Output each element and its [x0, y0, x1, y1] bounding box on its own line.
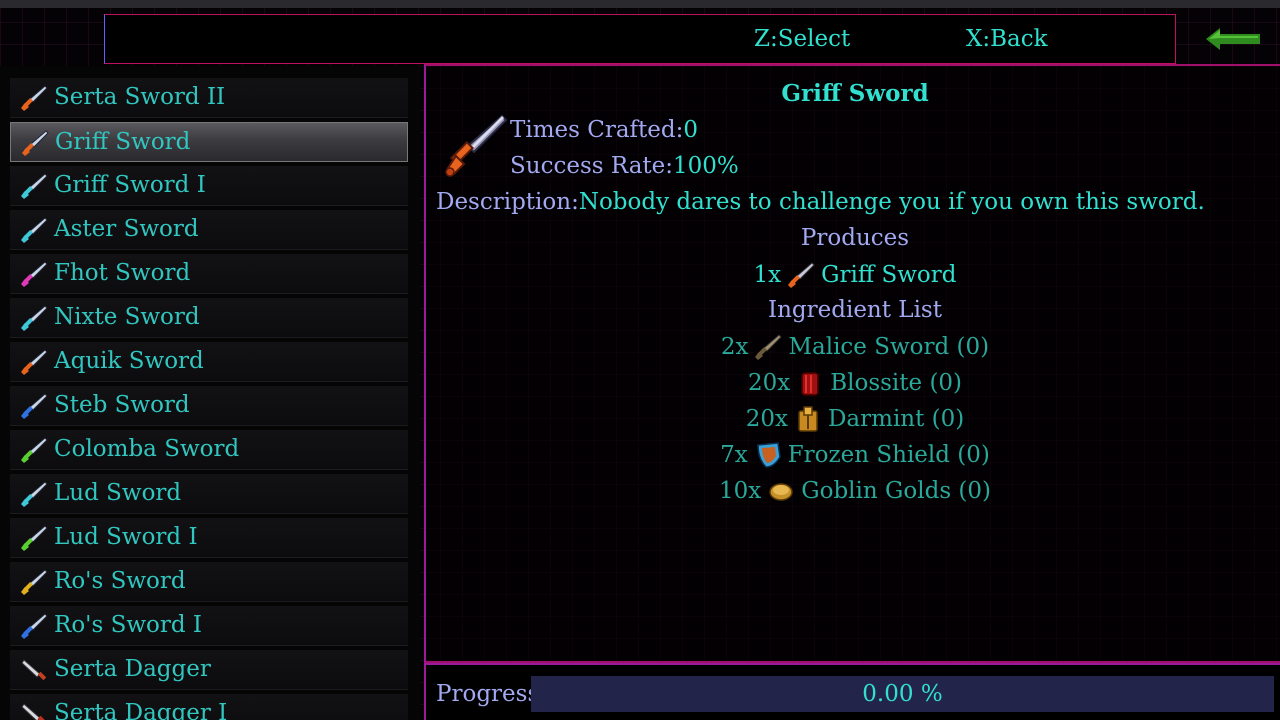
recipe-list-item[interactable]: Fhot Sword: [10, 254, 408, 294]
sword-icon: [20, 524, 48, 552]
ingredient-row: 20x Darmint (0): [430, 405, 1280, 433]
times-crafted: Times Crafted:0: [510, 117, 698, 143]
success-rate: Success Rate:100%: [510, 153, 739, 179]
select-hint: Z:Select: [754, 26, 851, 52]
shield-icon: [754, 441, 782, 469]
sword-icon: [20, 480, 48, 508]
recipe-list-item-label: Lud Sword I: [54, 524, 198, 550]
recipe-list-item[interactable]: Steb Sword: [10, 386, 408, 426]
blossite-icon: [796, 369, 824, 397]
recipe-list-item-label: Aquik Sword: [54, 348, 204, 374]
success-rate-label: Success Rate:: [510, 153, 674, 179]
ingredient-name: Frozen Shield (0): [787, 442, 990, 468]
ingredient-row: 20x Blossite (0): [430, 369, 1280, 397]
sword-icon: [20, 392, 48, 420]
darmint-icon: [794, 405, 822, 433]
sword-icon: [20, 568, 48, 596]
recipe-list-item[interactable]: Griff Sword: [10, 122, 408, 162]
success-rate-value: 100%: [673, 153, 739, 179]
dagger-icon: [20, 656, 48, 684]
sword-icon: [20, 612, 48, 640]
progress-value: 0.00 %: [862, 681, 943, 707]
produces-name: Griff Sword: [821, 262, 957, 288]
recipe-list-item[interactable]: Ro's Sword: [10, 562, 408, 602]
description-value: Nobody dares to challenge you if you own…: [578, 189, 1205, 215]
recipe-list-item-label: Griff Sword: [55, 129, 191, 155]
ingredient-row: 7x Frozen Shield (0): [430, 441, 1280, 469]
sword-icon: [21, 129, 49, 157]
ingredient-row: 2x Malice Sword (0): [430, 333, 1280, 361]
recipe-list-item-label: Serta Dagger I: [54, 700, 228, 720]
ingredient-name: Darmint (0): [827, 406, 965, 432]
times-crafted-label: Times Crafted:: [510, 117, 684, 143]
recipe-list-item[interactable]: Colomba Sword: [10, 430, 408, 470]
malice-sword-icon: [754, 333, 783, 361]
recipe-list-item-label: Griff Sword I: [54, 172, 206, 198]
produces-line: 1x Griff Sword: [430, 261, 1280, 289]
recipe-list-item[interactable]: Griff Sword I: [10, 166, 408, 206]
ingredient-qty: 20x: [745, 406, 788, 432]
recipe-list-item[interactable]: Lud Sword: [10, 474, 408, 514]
description-label: Description:: [436, 189, 579, 215]
recipe-list: Serta Sword II Griff Sword Griff Sword I As…: [0, 66, 420, 720]
griff-sword-icon: [445, 114, 508, 177]
recipe-list-item-label: Nixte Sword: [54, 304, 200, 330]
sword-icon: [20, 172, 48, 200]
back-button[interactable]: [1178, 14, 1280, 64]
times-crafted-value: 0: [683, 117, 699, 143]
sword-icon: [20, 304, 48, 332]
ingredient-name: Goblin Golds (0): [801, 478, 992, 504]
recipe-title: Griff Sword: [781, 80, 929, 107]
recipe-list-item[interactable]: Lud Sword I: [10, 518, 408, 558]
back-hint: X:Back: [966, 26, 1048, 52]
ingredients-heading: Ingredient List: [768, 297, 942, 323]
ingredient-name: Malice Sword (0): [788, 334, 990, 360]
crafting-screen: Z:Select X:Back Serta Sword II Griff Swor…: [0, 0, 1280, 720]
recipe-list-item-label: Ro's Sword I: [54, 612, 203, 638]
recipe-list-item[interactable]: Ro's Sword I: [10, 606, 408, 646]
ingredient-qty: 10x: [718, 478, 762, 504]
dagger-icon: [20, 700, 48, 720]
recipe-list-item-label: Steb Sword: [54, 392, 190, 418]
produces-heading: Produces: [800, 225, 910, 251]
produces-qty: 1x: [753, 262, 782, 288]
ingredient-name: Blossite (0): [830, 370, 963, 396]
description: Description:Nobody dares to challenge yo…: [436, 189, 1205, 215]
recipe-list-item-label: Fhot Sword: [54, 260, 191, 286]
recipe-list-item[interactable]: Serta Dagger: [10, 650, 408, 690]
sword-icon: [20, 436, 48, 464]
sword-icon: [788, 262, 815, 288]
gold-coin-icon: [767, 477, 795, 505]
green-left-arrow-icon: [1206, 28, 1260, 50]
progress-bar: 0.00 %: [531, 676, 1274, 712]
recipe-list-item-label: Colomba Sword: [54, 436, 240, 462]
recipe-list-item-label: Aster Sword: [54, 216, 199, 242]
recipe-list-item-label: Ro's Sword: [54, 568, 186, 594]
recipe-list-item-label: Lud Sword: [54, 480, 182, 506]
ingredient-qty: 7x: [720, 442, 748, 468]
recipe-list-item[interactable]: Aster Sword: [10, 210, 408, 250]
ingredient-qty: 2x: [720, 334, 749, 360]
recipe-list-item[interactable]: Nixte Sword: [10, 298, 408, 338]
recipe-list-item[interactable]: Serta Dagger I: [10, 694, 408, 720]
recipe-list-item[interactable]: Aquik Sword: [10, 342, 408, 382]
ingredient-qty: 20x: [747, 370, 791, 396]
recipe-list-item-label: Serta Dagger: [54, 656, 211, 682]
sword-icon: [20, 216, 48, 244]
top-strip: [0, 0, 1280, 8]
sword-icon: [20, 260, 48, 288]
sword-icon: [20, 348, 48, 376]
ingredient-row: 10x Goblin Golds (0): [430, 477, 1280, 505]
